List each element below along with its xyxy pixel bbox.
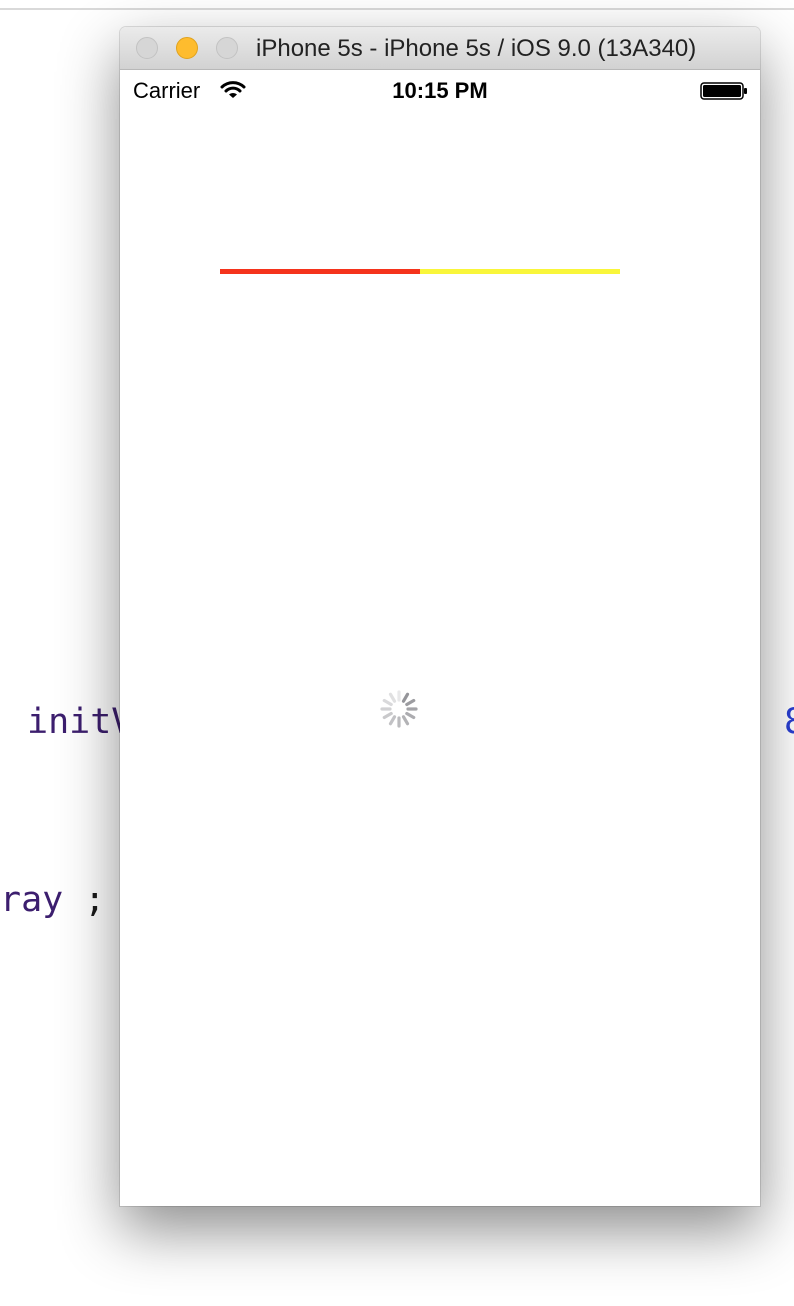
ios-status-bar: Carrier 10:15 PM [120,70,760,110]
progress-fill [220,269,420,274]
close-button[interactable] [136,37,158,59]
window-titlebar[interactable]: iPhone 5s - iPhone 5s / iOS 9.0 (13A340) [120,27,760,70]
code-token-semicolon: ; [84,880,106,920]
spinner-spoke [382,711,393,720]
spinner-spoke [401,692,410,703]
minimize-button[interactable] [176,37,198,59]
simulator-window: iPhone 5s - iPhone 5s / iOS 9.0 (13A340)… [120,27,760,1206]
battery-icon [700,82,747,100]
spinner-spoke [388,692,397,703]
code-token-ray: ray [0,880,64,920]
spinner-icon [380,690,418,728]
spinner-spoke [405,698,416,707]
window-title: iPhone 5s - iPhone 5s / iOS 9.0 (13A340) [256,35,697,62]
status-time: 10:15 PM [392,78,488,103]
background-code-fragment-right: 8 [784,702,794,742]
spinner-spoke [388,715,397,726]
spinner-spoke [382,698,393,707]
background-code-line-init: initV [27,702,133,742]
background-code-line-ray: ray ; [0,880,105,920]
spinner-spoke [401,715,410,726]
progress-bar [220,269,620,274]
spinner-spoke [405,711,416,720]
top-divider [0,8,794,10]
zoom-button[interactable] [216,37,238,59]
